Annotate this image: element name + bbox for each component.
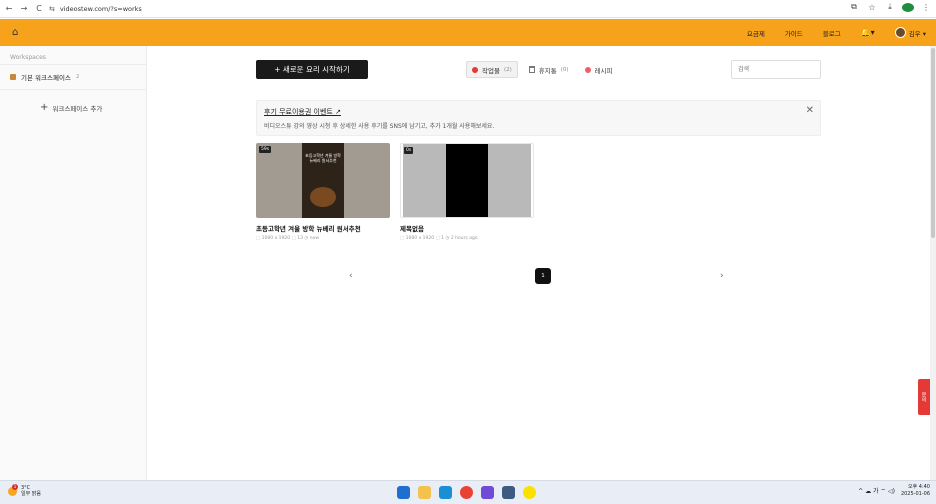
nav-guide[interactable]: 가이드 <box>785 28 803 38</box>
tab-works[interactable]: 작업물 (2) <box>466 61 518 78</box>
chrome-icon[interactable] <box>460 486 473 499</box>
page-number-current[interactable]: 1 <box>535 268 551 284</box>
content-tabs: 작업물 (2) 휴지통 (0) 레시피 <box>466 61 617 78</box>
next-page-icon[interactable]: › <box>720 271 724 281</box>
video-frame <box>446 144 488 217</box>
recipe-icon <box>584 66 591 73</box>
kakaotalk-icon[interactable] <box>523 486 536 499</box>
clock-date: 2025-01-06 <box>900 490 930 497</box>
download-icon[interactable]: ⤓ <box>884 2 896 12</box>
add-workspace-label: 워크스페이스 추가 <box>52 104 103 113</box>
video-thumbnail[interactable]: 0s <box>400 143 534 218</box>
sidebar-item-workspace[interactable]: 기본 워크스페이스 2 <box>10 72 79 82</box>
tab-recipes-label: 레시피 <box>594 66 613 75</box>
weather-text: 3°C 일부 맑음 <box>21 485 41 497</box>
tab-trash[interactable]: 휴지통 (0) <box>524 61 574 78</box>
divider <box>0 64 147 65</box>
workspace-icon <box>10 74 16 80</box>
duration-badge: 0s <box>404 147 414 154</box>
clock[interactable]: 오후 4:40 2025-01-06 <box>901 484 930 497</box>
scrollbar-thumb[interactable] <box>931 48 935 238</box>
windows-taskbar: 1 3°C 일부 맑음 ^ ☁ 가 ⌔ ◁) 오후 4:40 2025-01-0… <box>0 480 936 504</box>
notice-link[interactable]: 후기 무료이용권 이벤트 ↗ <box>264 107 341 117</box>
workspaces-title: Workspaces <box>10 54 46 61</box>
tab-trash-count: (0) <box>560 66 569 73</box>
weather-desc: 일부 맑음 <box>21 491 41 497</box>
bookmark-star-icon[interactable]: ☆ <box>866 3 878 12</box>
header-nav: 요금제 가이드 블로그 🔔▾ 김우 ▾ <box>747 19 926 46</box>
url-text[interactable]: videostew.com/?s=works <box>60 5 142 13</box>
system-tray: ^ ☁ 가 ⌔ ◁) 오후 4:40 2025-01-06 <box>858 484 930 497</box>
site-info-icon[interactable]: ⇆ <box>49 5 55 13</box>
file-explorer-icon[interactable] <box>418 486 431 499</box>
works-icon <box>472 66 478 73</box>
bell-icon[interactable]: 🔔▾ <box>861 28 875 37</box>
sun-icon: 1 <box>8 483 18 496</box>
workspace-count: 2 <box>75 74 80 80</box>
thumbnail-glow <box>310 187 336 207</box>
app-header: ⌂ 요금제 가이드 블로그 🔔▾ 김우 ▾ <box>0 19 936 46</box>
trash-icon <box>528 66 535 73</box>
inquiry-button[interactable]: 문의 <box>918 379 930 415</box>
event-notice: 후기 무료이용권 이벤트 ↗ 비디오스튜 강의 영상 시청 후 상세한 사용 후… <box>256 100 821 136</box>
card-meta: ⬚ 1080 x 1920 ⬚ 1 ◷ 2 hours ago <box>400 236 478 241</box>
scrollbar[interactable] <box>930 46 936 480</box>
tray-icons[interactable]: ^ ☁ 가 ⌔ ◁) <box>858 486 895 495</box>
thumbnail-caption: 초등고학년 겨울 방학 뉴베리 원서추천 <box>305 153 341 164</box>
user-name[interactable]: 김우 ▾ <box>909 28 926 38</box>
reload-icon[interactable]: C <box>33 3 45 15</box>
tab-trash-label: 휴지통 <box>538 66 557 75</box>
close-icon[interactable]: ✕ <box>806 105 814 116</box>
menu-icon[interactable]: ⋮ <box>920 3 932 12</box>
windows-start-icon[interactable] <box>397 486 410 499</box>
copilot-icon[interactable] <box>481 486 494 499</box>
tab-works-label: 작업물 <box>482 66 500 75</box>
divider <box>0 89 147 90</box>
video-frame: 초등고학년 겨울 방학 뉴베리 원서추천 <box>302 143 344 218</box>
profile-avatar[interactable] <box>902 2 914 12</box>
nav-blog[interactable]: 블로그 <box>823 28 841 38</box>
app-icon[interactable] <box>502 486 515 499</box>
browser-actions: ⧉ ☆ ⤓ ⋮ <box>848 2 932 12</box>
tab-works-count: (2) <box>503 66 512 73</box>
home-icon[interactable]: ⌂ <box>12 27 18 38</box>
new-project-button[interactable]: + 새로운 요리 시작하기 <box>256 60 368 79</box>
project-card[interactable]: 0s 제목없음 ⬚ 1080 x 1920 ⬚ 1 ◷ 2 hours ago <box>400 143 534 241</box>
sidebar: Workspaces 기본 워크스페이스 2 + 워크스페이스 추가 <box>0 46 147 480</box>
back-icon[interactable]: ← <box>3 3 15 15</box>
card-meta: ⬚ 1080 x 1920 ⬚ 13 ◷ now <box>256 236 320 241</box>
search-input[interactable] <box>731 60 821 79</box>
prev-page-icon[interactable]: ‹ <box>349 271 353 281</box>
weather-widget[interactable]: 1 3°C 일부 맑음 <box>8 483 41 497</box>
install-app-icon[interactable]: ⧉ <box>848 2 860 12</box>
card-title[interactable]: 초등고학년 겨울 방학 뉴베리 원서추천 <box>256 223 390 233</box>
notice-description: 비디오스튜 강의 영상 시청 후 상세한 사용 후기를 SNS에 남기고, 추가… <box>264 123 495 130</box>
avatar[interactable] <box>894 27 906 38</box>
duration-badge: 59s <box>259 146 272 153</box>
nav-pricing[interactable]: 요금제 <box>747 28 765 38</box>
plus-icon: + <box>40 102 49 113</box>
notification-badge: 1 <box>12 483 18 490</box>
main-content: + 새로운 요리 시작하기 작업물 (2) 휴지통 (0) 레시피 후기 무료이… <box>148 46 930 480</box>
video-thumbnail[interactable]: 초등고학년 겨울 방학 뉴베리 원서추천 59s <box>256 143 390 218</box>
workspace-name: 기본 워크스페이스 <box>21 74 71 82</box>
user-menu[interactable]: 김우 ▾ <box>894 27 926 38</box>
tab-recipes[interactable]: 레시피 <box>580 61 618 78</box>
card-title[interactable]: 제목없음 <box>400 223 534 233</box>
taskbar-apps <box>397 486 536 499</box>
forward-icon[interactable]: → <box>18 3 30 15</box>
project-card[interactable]: 초등고학년 겨울 방학 뉴베리 원서추천 59s 초등고학년 겨울 방학 뉴베리… <box>256 143 390 241</box>
browser-toolbar: ← → C ⇆ videostew.com/?s=works ⧉ ☆ ⤓ ⋮ <box>0 0 936 18</box>
add-workspace-button[interactable]: + 워크스페이스 추가 <box>40 102 102 113</box>
edge-icon[interactable] <box>439 486 452 499</box>
address-bar[interactable]: ⇆ videostew.com/?s=works <box>49 3 142 15</box>
